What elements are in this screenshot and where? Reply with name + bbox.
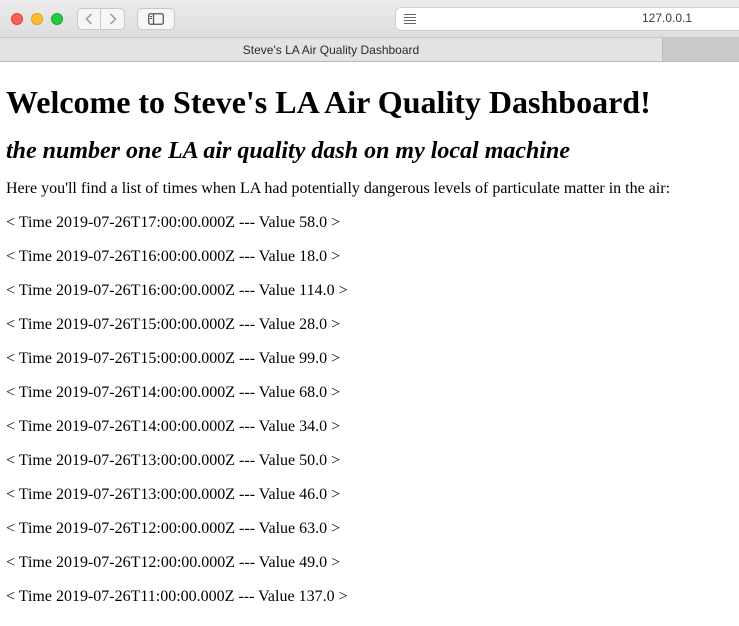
intro-text: Here you'll find a list of times when LA… — [6, 180, 671, 197]
list-item: < Time 2019-07-26T17:00:00.000Z --- Valu… — [6, 214, 341, 231]
back-button[interactable] — [77, 8, 101, 30]
maximize-window-button[interactable] — [51, 13, 63, 25]
chevron-left-icon — [85, 13, 93, 25]
list-item: < Time 2019-07-26T12:00:00.000Z --- Valu… — [6, 554, 341, 571]
close-window-button[interactable] — [11, 13, 23, 25]
list-item: < Time 2019-07-26T12:00:00.000Z --- Valu… — [6, 520, 341, 537]
list-item: < Time 2019-07-26T13:00:00.000Z --- Valu… — [6, 486, 341, 503]
tab-dashboard[interactable]: Steve's LA Air Quality Dashboard — [0, 38, 663, 61]
list-item: < Time 2019-07-26T16:00:00.000Z --- Valu… — [6, 282, 348, 299]
list-item: < Time 2019-07-26T11:00:00.000Z --- Valu… — [6, 588, 348, 605]
address-bar[interactable]: 127.0.0.1 — [395, 7, 739, 31]
list-item: < Time 2019-07-26T13:00:00.000Z --- Valu… — [6, 452, 341, 469]
list-item: < Time 2019-07-26T15:00:00.000Z --- Valu… — [6, 350, 341, 367]
browser-window: 127.0.0.1 Steve's LA Air Quality Dashboa… — [0, 0, 739, 626]
list-item: < Time 2019-07-26T15:00:00.000Z --- Valu… — [6, 316, 341, 333]
page-title: Welcome to Steve's LA Air Quality Dashbo… — [6, 84, 651, 120]
minimize-window-button[interactable] — [31, 13, 43, 25]
list-item: < Time 2019-07-26T16:00:00.000Z --- Valu… — [6, 248, 341, 265]
tab-title: Steve's LA Air Quality Dashboard — [242, 42, 420, 57]
list-item: < Time 2019-07-26T14:00:00.000Z --- Valu… — [6, 384, 341, 401]
list-item: < Time 2019-07-26T14:00:00.000Z --- Valu… — [6, 418, 341, 435]
chevron-right-icon — [109, 13, 117, 25]
sidebar-toggle-button[interactable] — [137, 8, 175, 30]
forward-button[interactable] — [101, 8, 125, 30]
page-content: Welcome to Steve's LA Air Quality Dashbo… — [0, 62, 739, 626]
tab-bar: Steve's LA Air Quality Dashboard — [0, 38, 739, 62]
records-list: < Time 2019-07-26T17:00:00.000Z --- Valu… — [6, 213, 733, 606]
tab-bar-empty-area[interactable] — [663, 38, 739, 61]
sidebar-icon — [148, 13, 164, 25]
url-text: 127.0.0.1 — [642, 11, 693, 25]
page-subtitle: the number one LA air quality dash on my… — [6, 138, 571, 164]
browser-toolbar: 127.0.0.1 — [0, 0, 739, 38]
reader-icon[interactable] — [403, 13, 417, 25]
